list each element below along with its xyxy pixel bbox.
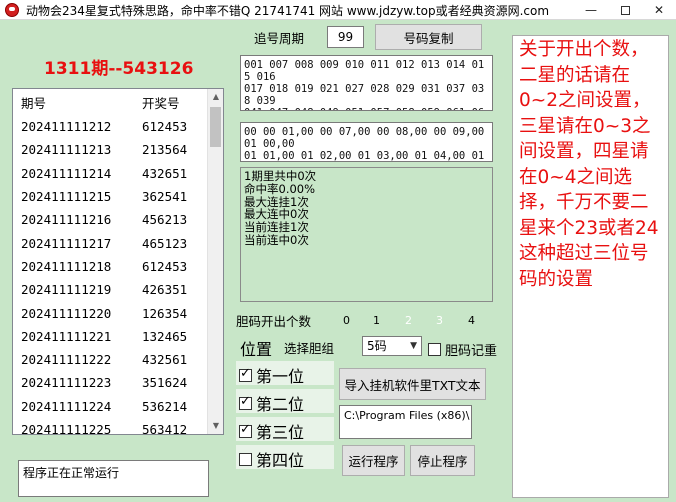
record-checkbox[interactable]: 胆码记重	[428, 340, 497, 359]
position-checkbox-1[interactable]: 第一位	[239, 363, 304, 387]
list-item[interactable]: 202411111213 213564	[13, 138, 223, 161]
stat-line: 命中率0.00%	[244, 181, 316, 196]
app-icon	[5, 3, 19, 17]
checkbox-checked-icon	[239, 366, 252, 382]
list-item[interactable]: 202411111221 132465	[13, 325, 223, 348]
stop-program-button[interactable]: 停止程序	[410, 445, 475, 476]
draw-result: 456213	[142, 212, 188, 228]
window-title: 动物会234星复式特殊思路，命中率不错Q 21741741 网站 www.jdz…	[26, 4, 550, 18]
stats-panel: 1期里共中0次 命中率0.00% 最大连挂1次 最大连中0次 当前连挂1次 当前…	[240, 167, 493, 302]
group-select-value: 5码	[367, 339, 387, 353]
issue-number: 202411111223	[21, 375, 112, 391]
issue-number: 202411111224	[21, 398, 112, 414]
position-label-2: 第二位	[256, 395, 305, 414]
column-header-result[interactable]: 开奖号	[134, 93, 208, 112]
numbers-textbox[interactable]: 001 007 008 009 010 011 012 013 014 015 …	[240, 55, 493, 111]
list-item[interactable]: 202411111216 456213	[13, 208, 223, 231]
position-checkbox-3[interactable]: 第三位	[239, 419, 304, 443]
draw-result: 432651	[142, 165, 188, 181]
checkbox-checked-icon	[239, 422, 252, 438]
scroll-thumb[interactable]	[210, 107, 221, 147]
group-select[interactable]: 5码 ▼	[362, 336, 422, 356]
issue-number: 202411111216	[21, 212, 112, 228]
chase-period-input[interactable]: 99	[327, 26, 364, 48]
position-label-1: 第一位	[256, 367, 305, 386]
position-label-4: 第四位	[256, 451, 305, 470]
draw-result: 432561	[142, 352, 188, 368]
maximize-button[interactable]	[608, 0, 642, 20]
position-checkbox-2[interactable]: 第二位	[239, 391, 304, 415]
issue-number: 202411111222	[21, 352, 112, 368]
record-label: 胆码记重	[445, 344, 498, 359]
stat-line: 1期里共中0次	[244, 169, 317, 183]
checkbox-box	[428, 343, 441, 356]
draw-list[interactable]: 期号 开奖号 202411111212 612453 202411111213 213…	[12, 88, 224, 435]
issue-number: 202411111219	[21, 282, 112, 298]
draw-result: 351624	[142, 375, 188, 391]
issue-number: 202411111217	[21, 235, 112, 251]
draw-result: 132465	[142, 328, 188, 344]
draw-result: 536214	[142, 398, 188, 414]
issue-number: 202411111212	[21, 119, 112, 135]
list-item[interactable]: 202411111223 351624	[13, 371, 223, 394]
issue-number: 202411111218	[21, 258, 112, 274]
count-option[interactable]: 4	[468, 314, 475, 327]
draw-result: 612453	[142, 119, 188, 135]
list-header: 期号 开奖号	[13, 89, 223, 115]
count-option[interactable]: 3	[436, 314, 443, 327]
chevron-down-icon: ▼	[410, 341, 417, 351]
position-label-3: 第三位	[256, 423, 305, 442]
draw-result: 563412	[142, 422, 188, 435]
list-item[interactable]: 202411111222 432561	[13, 348, 223, 371]
scroll-up-icon[interactable]: ▲	[208, 89, 223, 105]
list-item[interactable]: 202411111214 432651	[13, 162, 223, 185]
close-button[interactable]: ✕	[642, 0, 676, 20]
status-textbox: 程序正在正常运行	[18, 460, 209, 497]
stat-line: 当前连中0次	[244, 232, 309, 247]
issue-title: 1311期--543126	[44, 59, 194, 79]
list-item[interactable]: 202411111212 612453	[13, 115, 223, 138]
scroll-down-icon[interactable]: ▼	[208, 418, 223, 434]
list-item[interactable]: 202411111218 612453	[13, 255, 223, 278]
gallbladder-count-label: 胆码开出个数	[236, 314, 312, 329]
draw-result: 465123	[142, 235, 188, 251]
count-option[interactable]: 0	[343, 314, 350, 327]
draw-result: 126354	[142, 305, 188, 321]
maximize-icon	[620, 6, 630, 15]
column-header-issue[interactable]: 期号	[13, 93, 134, 112]
import-txt-button[interactable]: 导入挂机软件里TXT文本	[339, 368, 486, 400]
run-program-button[interactable]: 运行程序	[342, 445, 405, 476]
checkbox-unchecked-icon	[239, 452, 252, 466]
draw-result: 426351	[142, 282, 188, 298]
list-scrollbar[interactable]: ▲ ▼	[207, 89, 223, 434]
position-label: 位置	[240, 340, 273, 359]
minimize-button[interactable]: —	[574, 0, 608, 20]
copy-numbers-button[interactable]: 号码复制	[375, 24, 482, 50]
issue-number: 202411111225	[21, 422, 112, 435]
pairs-textbox[interactable]: 00 00 01,00 00 07,00 00 08,00 00 09,00 0…	[240, 122, 493, 162]
issue-number: 202411111215	[21, 189, 112, 205]
path-input[interactable]: C:\Program Files (x86)\	[339, 405, 472, 439]
list-item[interactable]: 202411111215 362541	[13, 185, 223, 208]
select-group-label: 选择胆组	[284, 341, 335, 356]
issue-number: 202411111214	[21, 165, 112, 181]
notice-panel: 关于开出个数，二星的话请在0~2之间设置，三星请在0~3之间设置，四星请在0~4…	[512, 35, 669, 498]
issue-number: 202411111213	[21, 142, 112, 158]
list-item[interactable]: 202411111217 465123	[13, 231, 223, 254]
draw-result: 612453	[142, 258, 188, 274]
title-bar: 动物会234星复式特殊思路，命中率不错Q 21741741 网站 www.jdz…	[0, 0, 676, 20]
issue-number: 202411111221	[21, 328, 112, 344]
count-option[interactable]: 2	[405, 314, 412, 327]
draw-result: 213564	[142, 142, 188, 158]
list-item[interactable]: 202411111224 536214	[13, 395, 223, 418]
draw-result: 362541	[142, 189, 188, 205]
list-item[interactable]: 202411111220 126354	[13, 301, 223, 324]
list-item[interactable]: 202411111219 426351	[13, 278, 223, 301]
chase-period-label: 追号周期	[254, 31, 305, 46]
checkbox-checked-icon	[239, 394, 252, 410]
issue-number: 202411111220	[21, 305, 112, 321]
count-option[interactable]: 1	[373, 314, 380, 327]
position-checkbox-4[interactable]: 第四位	[239, 447, 304, 471]
list-item[interactable]: 202411111225 563412	[13, 418, 223, 435]
